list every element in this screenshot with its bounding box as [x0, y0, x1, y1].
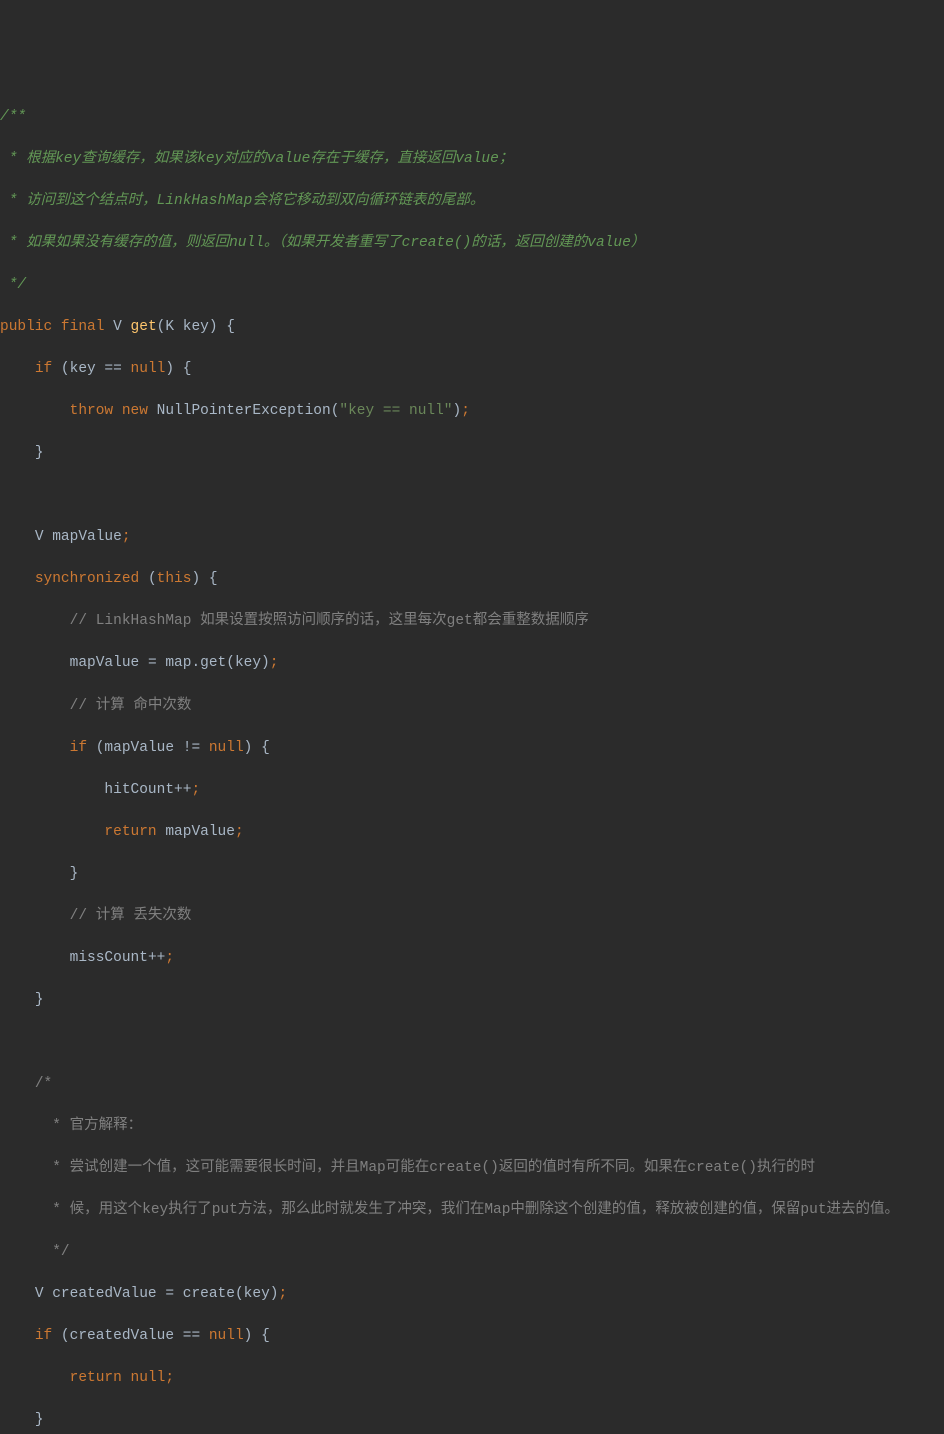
- keyword-null: null: [131, 361, 166, 377]
- var-type: V: [35, 529, 44, 545]
- keyword-return: return: [70, 1370, 122, 1386]
- line-comment: // LinkHashMap 如果设置按照访问顺序的话，这里每次get都会重整数…: [0, 611, 944, 632]
- brace-close: }: [0, 1410, 944, 1431]
- block-comment: /*: [0, 1074, 944, 1095]
- keyword-synchronized: synchronized: [35, 571, 139, 587]
- keyword-public: public: [0, 319, 52, 335]
- param-name: key: [183, 319, 209, 335]
- var-decl: V mapValue;: [0, 527, 944, 548]
- method-name: get: [131, 319, 157, 335]
- doc-line: * 访问到这个结点时，LinkHashMap会将它移动到双向循环链表的尾部。: [0, 191, 944, 212]
- keyword-null: null: [209, 740, 244, 756]
- keyword-null: null: [209, 1328, 244, 1344]
- brace-close: }: [0, 864, 944, 885]
- method-signature: public final V get(K key) {: [0, 317, 944, 338]
- keyword-null: null: [131, 1370, 166, 1386]
- if-stmt: if (mapValue != null) {: [0, 738, 944, 759]
- keyword-if: if: [70, 740, 87, 756]
- if-null-check: if (key == null) {: [0, 359, 944, 380]
- sync-block: synchronized (this) {: [0, 569, 944, 590]
- block-comment: * 尝试创建一个值，这可能需要很长时间，并且Map可能在create()返回的值…: [0, 1158, 944, 1179]
- throw-stmt: throw new NullPointerException("key == n…: [0, 401, 944, 422]
- string-literal: "key == null": [339, 403, 452, 419]
- exception-type: NullPointerException: [157, 403, 331, 419]
- keyword-this: this: [157, 571, 192, 587]
- return-type: V: [113, 319, 122, 335]
- return-stmt: return null;: [0, 1368, 944, 1389]
- keyword-final: final: [61, 319, 105, 335]
- keyword-if: if: [35, 1328, 52, 1344]
- param-type: K: [165, 319, 174, 335]
- brace-close: }: [0, 443, 944, 464]
- assign-stmt: mapValue = map.get(key);: [0, 653, 944, 674]
- doc-line: * 根据key查询缓存，如果该key对应的value存在于缓存，直接返回valu…: [0, 149, 944, 170]
- keyword-throw: throw: [70, 403, 114, 419]
- line-comment: // 计算 命中次数: [0, 696, 944, 717]
- line-comment: // 计算 丢失次数: [0, 906, 944, 927]
- keyword-if: if: [35, 361, 52, 377]
- brace-close: }: [0, 990, 944, 1011]
- var-type: V: [35, 1286, 44, 1302]
- block-comment: */: [0, 1242, 944, 1263]
- keyword-new: new: [122, 403, 148, 419]
- if-stmt: if (createdValue == null) {: [0, 1326, 944, 1347]
- return-stmt: return mapValue;: [0, 822, 944, 843]
- doc-line: */: [0, 275, 944, 296]
- keyword-return: return: [104, 824, 156, 840]
- doc-line: /**: [0, 107, 944, 128]
- incr-stmt: hitCount++;: [0, 780, 944, 801]
- var-name: mapValue: [52, 529, 122, 545]
- blank-line: [0, 485, 944, 506]
- block-comment: * 官方解释：: [0, 1116, 944, 1137]
- incr-stmt: missCount++;: [0, 948, 944, 969]
- code-editor[interactable]: /** * 根据key查询缓存，如果该key对应的value存在于缓存，直接返回…: [0, 86, 944, 1434]
- blank-line: [0, 1032, 944, 1053]
- block-comment: * 候，用这个key执行了put方法，那么此时就发生了冲突，我们在Map中删除这…: [0, 1200, 944, 1221]
- var-name: createdValue: [52, 1286, 156, 1302]
- var-decl: V createdValue = create(key);: [0, 1284, 944, 1305]
- doc-line: * 如果如果没有缓存的值，则返回null。（如果开发者重写了create()的话…: [0, 233, 944, 254]
